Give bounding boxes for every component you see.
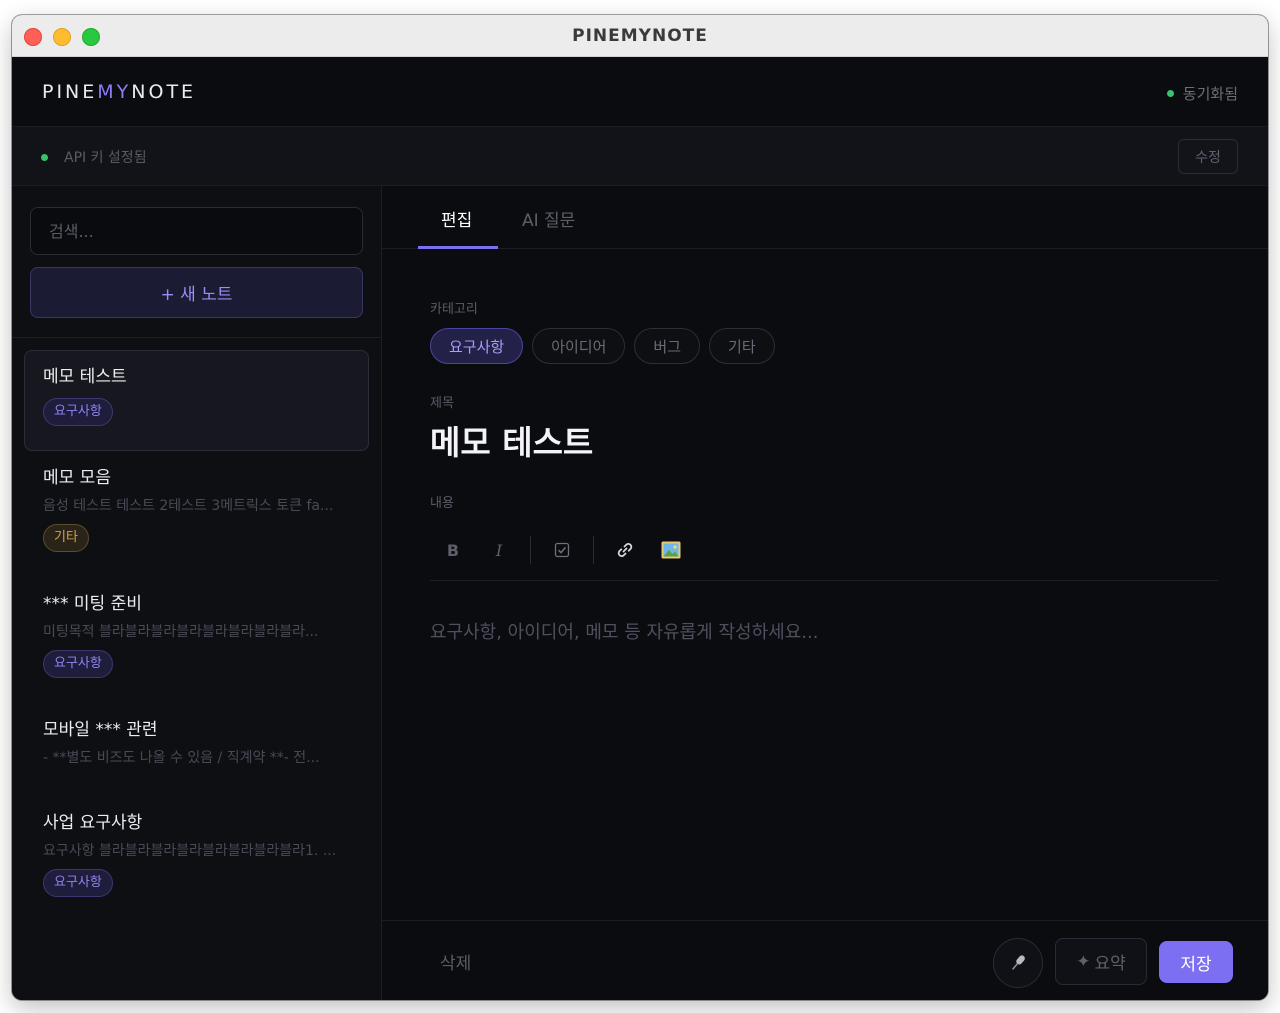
close-window-button[interactable]: [24, 28, 42, 46]
link-icon: [617, 543, 633, 557]
note-item[interactable]: 사업 요구사항 요구사항 블라블라블라블라블라블라블라블라1. ... 요구사항: [24, 796, 369, 922]
api-status-dot-icon: [41, 153, 48, 161]
api-status-label: API 키 설정됨: [64, 150, 147, 166]
note-preview: 음성 테스트 테스트 2테스트 3메트릭스 토큰 fa...: [43, 498, 334, 514]
note-list: 메모 테스트 요구사항 메모 모음 음성 테스트 테스트 2테스트 3메트릭스 …: [24, 350, 369, 922]
window-controls: [24, 28, 100, 46]
active-tab-indicator: [418, 246, 498, 249]
note-preview: 미팅목적 블라블라블라블라블라블라블라블라...: [43, 624, 319, 640]
note-item[interactable]: 모바일 *** 관련 - **별도 비즈도 나올 수 있음 / 직계약 **- …: [24, 703, 369, 796]
note-title: 메모 모음: [43, 468, 111, 488]
italic-button[interactable]: I: [476, 535, 522, 565]
editor-scrollbar[interactable]: [1262, 249, 1268, 899]
edit-api-key-button[interactable]: 수정: [1178, 139, 1238, 174]
editor-tabs: 편집 AI 질문: [382, 186, 1268, 249]
tab-edit[interactable]: 편집: [441, 206, 472, 231]
app-logo: PINEMYNOTE: [42, 81, 196, 103]
category-chip-bug[interactable]: 버그: [634, 328, 701, 364]
image-icon: [661, 541, 681, 559]
checkbox-icon: [554, 542, 570, 558]
logo-text-my: MY: [97, 81, 132, 103]
tab-ai-question[interactable]: AI 질문: [522, 206, 575, 231]
app-header: PINEMYNOTE 동기화됨: [12, 57, 1268, 127]
image-button[interactable]: [648, 535, 694, 565]
toolbar-divider: [430, 580, 1218, 581]
toolbar-separator: [530, 536, 531, 564]
note-item[interactable]: *** 미팅 준비 미팅목적 블라블라블라블라블라블라블라블라... 요구사항: [24, 577, 369, 703]
bold-button[interactable]: B: [430, 535, 476, 565]
sync-status-dot-icon: [1166, 90, 1174, 97]
sparkle-icon: ✦: [1076, 951, 1091, 972]
microphone-icon: [1012, 955, 1025, 970]
note-title: 메모 테스트: [43, 367, 127, 387]
category-label: 카테고리: [430, 302, 478, 317]
note-preview: 요구사항 블라블라블라블라블라블라블라블라1. ...: [43, 843, 337, 859]
new-note-button[interactable]: + 새 노트: [30, 267, 363, 318]
checkbox-button[interactable]: [539, 535, 585, 565]
note-preview: - **별도 비즈도 나올 수 있음 / 직계약 **- 전...: [43, 750, 320, 766]
search-input[interactable]: [30, 207, 363, 255]
content-label: 내용: [430, 496, 454, 511]
voice-input-button[interactable]: [993, 938, 1043, 988]
sidebar: + 새 노트 메모 테스트 요구사항 메모 모음 음성 테스트 테스트 2테스트…: [12, 186, 382, 1000]
sync-status: 동기화됨: [1166, 83, 1238, 104]
note-title: *** 미팅 준비: [43, 594, 142, 614]
category-chips: 요구사항 아이디어 버그 기타: [430, 328, 775, 364]
app-window: PINEMYNOTE PINEMYNOTE 동기화됨 API 키 설정됨 수정 …: [12, 15, 1268, 1000]
note-item[interactable]: 메모 모음 음성 테스트 테스트 2테스트 3메트릭스 토큰 fa... 기타: [24, 451, 369, 577]
title-bar: PINEMYNOTE: [12, 15, 1268, 57]
editor-panel: 편집 AI 질문 카테고리 요구사항 아이디어 버그 기타 제목 메모 테스트 …: [382, 186, 1268, 1000]
api-key-status: API 키 설정됨: [41, 147, 147, 167]
save-button[interactable]: 저장: [1159, 941, 1233, 983]
note-item[interactable]: 메모 테스트 요구사항: [24, 350, 369, 451]
content-editor[interactable]: 요구사항, 아이디어, 메모 등 자유롭게 작성하세요...: [430, 618, 818, 644]
delete-button[interactable]: 삭제: [440, 949, 471, 974]
note-tag: 기타: [43, 524, 89, 552]
api-key-bar: API 키 설정됨 수정: [12, 127, 1268, 186]
note-tag: 요구사항: [43, 869, 113, 897]
summarize-button[interactable]: ✦ 요약: [1055, 938, 1147, 985]
logo-text-pine: PINE: [42, 81, 98, 103]
sync-status-label: 동기화됨: [1182, 85, 1238, 103]
toolbar-separator: [593, 536, 594, 564]
zoom-window-button[interactable]: [82, 28, 100, 46]
logo-text-note: NOTE: [131, 81, 197, 103]
note-tag: 요구사항: [43, 650, 113, 678]
sidebar-divider: [12, 337, 382, 338]
category-chip-ideas[interactable]: 아이디어: [532, 328, 626, 364]
note-tag: 요구사항: [43, 398, 113, 426]
category-chip-other[interactable]: 기타: [709, 328, 775, 364]
window-title: PINEMYNOTE: [572, 25, 708, 46]
category-chip-requirements[interactable]: 요구사항: [430, 328, 524, 364]
editor-footer: 삭제 ✦ 요약 저장: [382, 920, 1268, 1000]
note-title: 사업 요구사항: [43, 813, 143, 833]
note-title: 모바일 *** 관련: [43, 720, 158, 740]
formatting-toolbar: B I: [430, 535, 694, 565]
minimize-window-button[interactable]: [53, 28, 71, 46]
link-button[interactable]: [602, 535, 648, 565]
summarize-label: 요약: [1094, 954, 1126, 974]
title-label: 제목: [430, 396, 454, 411]
title-input[interactable]: 메모 테스트: [430, 416, 593, 464]
